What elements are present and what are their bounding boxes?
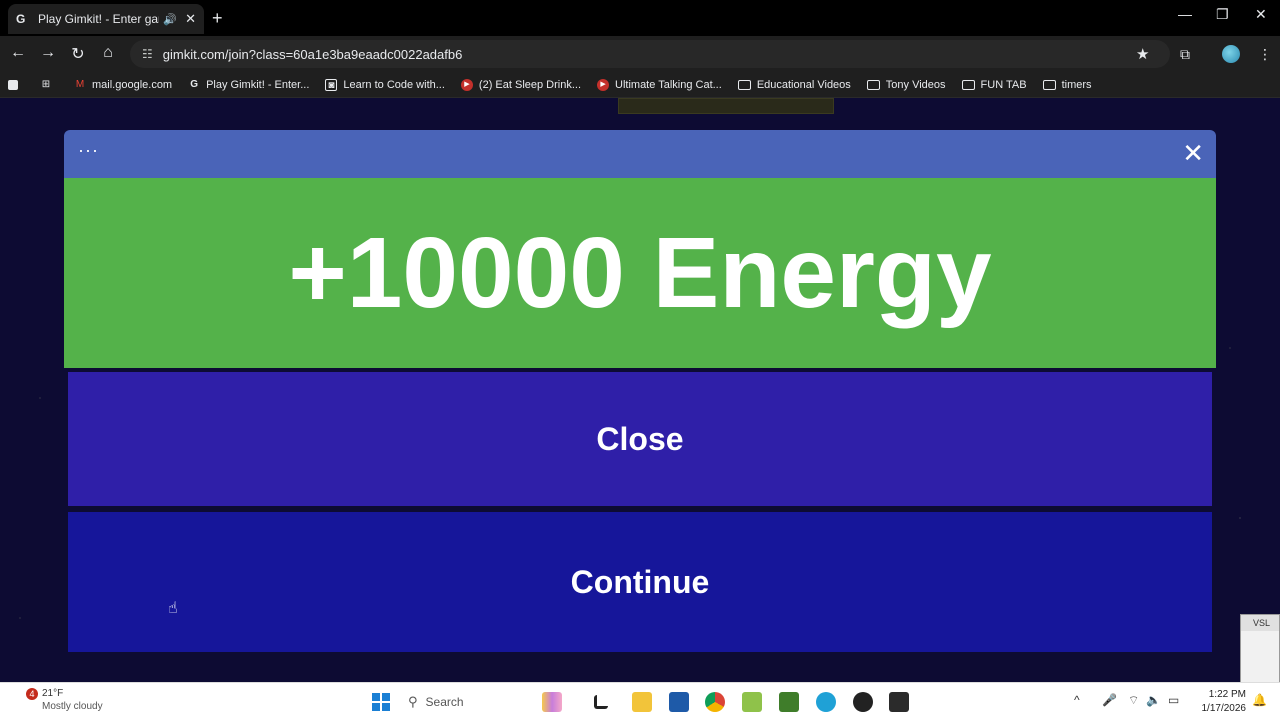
tab-strip: G Play Gimkit! - Enter game c 🔊 ✕ + — ❐ … bbox=[0, 0, 1280, 36]
obs-icon[interactable] bbox=[853, 692, 873, 712]
side-popup-widget[interactable]: VSL bbox=[1240, 614, 1280, 682]
bookmark-gmail[interactable]: Mmail.google.com bbox=[74, 79, 172, 91]
new-tab-button[interactable]: + bbox=[212, 8, 223, 29]
back-button[interactable]: ← bbox=[8, 44, 28, 62]
youtube-icon: ▶ bbox=[597, 78, 610, 91]
bookmark-star-icon[interactable]: ★ bbox=[1136, 45, 1149, 63]
browser-tab[interactable]: G Play Gimkit! - Enter game c 🔊 ✕ bbox=[8, 4, 204, 34]
taskbar-clock[interactable]: 1:22 PM 1/17/2026 bbox=[1192, 688, 1247, 716]
home-button[interactable]: ⌂ bbox=[98, 44, 118, 62]
bookmark-folder-tony[interactable]: Tony Videos bbox=[866, 78, 946, 91]
weather-widget[interactable]: 4 21°F Mostly cloudy bbox=[26, 688, 103, 712]
bookmark-folder-educational[interactable]: Educational Videos bbox=[737, 78, 851, 91]
side-widget-label: VSL bbox=[1241, 615, 1279, 631]
gimkit-icon: G bbox=[190, 78, 198, 90]
gmail-icon: M bbox=[75, 78, 85, 90]
bookmark-eat-sleep[interactable]: ▶ (2) Eat Sleep Drink... bbox=[460, 78, 582, 91]
search-icon: ⚲ bbox=[408, 694, 418, 709]
browser-toolbar: ← → ↻ ⌂ ☷ gimkit.com/join?class=60a1e3ba… bbox=[0, 36, 1280, 72]
address-bar[interactable]: ☷ gimkit.com/join?class=60a1e3ba9eaadc00… bbox=[130, 40, 1170, 68]
bookmark-learn-code[interactable]: ◙ Learn to Code with... bbox=[325, 78, 445, 91]
restore-button[interactable]: ❐ bbox=[1216, 6, 1229, 23]
notification-badge: 4 bbox=[26, 688, 38, 700]
bookmark-talking-cat[interactable]: ▶ Ultimate Talking Cat... bbox=[597, 78, 722, 91]
bookmark-label: Tony Videos bbox=[885, 78, 946, 91]
file-explorer-icon[interactable] bbox=[632, 692, 652, 712]
capture-app-icon[interactable] bbox=[889, 692, 909, 712]
weather-condition: Mostly cloudy bbox=[42, 701, 103, 712]
bookmark-label: Play Gimkit! - Enter... bbox=[206, 78, 310, 91]
reward-modal: ··· ✕ +10000 Energy Close Continue bbox=[64, 130, 1216, 652]
folder-icon bbox=[737, 79, 751, 90]
bookmark-folder-fun-tab[interactable]: FUN TAB bbox=[961, 78, 1027, 91]
bookmark-label: timers bbox=[1061, 78, 1092, 91]
weather-temperature: 21°F bbox=[42, 688, 64, 699]
clock-time: 1:22 PM bbox=[1208, 689, 1246, 700]
bookmark-label: FUN TAB bbox=[980, 78, 1027, 91]
more-options-icon[interactable]: ··· bbox=[78, 140, 99, 161]
bookmark-label: Learn to Code with... bbox=[343, 78, 445, 91]
continue-button[interactable]: Continue bbox=[68, 512, 1212, 652]
youtube-icon: ▶ bbox=[460, 78, 473, 91]
tray-chevron-up-icon[interactable]: ^ bbox=[1074, 693, 1080, 707]
profile-avatar[interactable] bbox=[1222, 45, 1240, 63]
microphone-icon[interactable]: 🎤 bbox=[1102, 693, 1117, 707]
apps-grid-icon[interactable]: ⊞ bbox=[40, 79, 58, 91]
bookmarks-bar: ⊞ Mmail.google.com G Play Gimkit! - Enter… bbox=[0, 72, 1280, 98]
minimize-button[interactable]: — bbox=[1178, 6, 1192, 22]
minecraft-icon[interactable] bbox=[779, 692, 799, 712]
code-icon: ◙ bbox=[325, 78, 338, 91]
battery-icon[interactable]: ▭ bbox=[1168, 693, 1179, 707]
apps-square-icon[interactable] bbox=[8, 79, 24, 90]
gimkit-favicon-icon: G bbox=[16, 12, 26, 26]
folder-icon bbox=[1042, 79, 1056, 90]
volume-icon[interactable]: 🔈 bbox=[1146, 693, 1161, 707]
hand-cursor-icon: ☝ bbox=[168, 600, 178, 617]
bookmark-label: (2) Eat Sleep Drink... bbox=[478, 78, 582, 91]
tab-close-icon[interactable]: ✕ bbox=[185, 11, 196, 27]
start-windows-icon[interactable] bbox=[372, 693, 390, 711]
site-info-icon[interactable]: ☷ bbox=[142, 47, 153, 61]
clock-date: 1/17/2026 bbox=[1201, 703, 1247, 714]
bookmark-gimkit[interactable]: G Play Gimkit! - Enter... bbox=[188, 79, 309, 91]
search-label: Search bbox=[425, 695, 464, 709]
chat-app-icon[interactable] bbox=[742, 692, 762, 712]
wifi-icon[interactable]: ⌔ bbox=[1128, 693, 1139, 708]
speaker-icon[interactable]: 🔊 bbox=[163, 13, 177, 26]
store-icon[interactable] bbox=[669, 692, 689, 712]
bookmark-folder-timers[interactable]: timers bbox=[1042, 78, 1092, 91]
telegram-icon[interactable] bbox=[816, 692, 836, 712]
app-l-icon[interactable] bbox=[594, 695, 608, 709]
widgets-flower-icon[interactable] bbox=[542, 692, 562, 712]
bookmark-label: Educational Videos bbox=[756, 78, 851, 91]
modal-header: ··· ✕ bbox=[64, 130, 1216, 178]
tab-title: Play Gimkit! - Enter game c bbox=[38, 12, 159, 26]
folder-icon bbox=[961, 79, 975, 90]
windows-taskbar: 4 21°F Mostly cloudy ⚲ Search ^ 🎤 ⌔ 🔈 ▭ … bbox=[0, 682, 1280, 720]
notification-bell-icon[interactable]: 🔔 bbox=[1252, 693, 1267, 707]
close-button[interactable]: Close bbox=[68, 372, 1212, 506]
reward-banner: +10000 Energy bbox=[64, 178, 1216, 368]
folder-icon bbox=[866, 79, 880, 90]
url-text: gimkit.com/join?class=60a1e3ba9eaadc0022… bbox=[162, 46, 463, 62]
forward-button[interactable]: → bbox=[38, 44, 58, 62]
game-page: ··· ✕ +10000 Energy Close Continue ☝ VSL bbox=[0, 98, 1280, 682]
cast-icon[interactable]: ⧉ bbox=[1180, 46, 1190, 63]
window-close-button[interactable]: ✕ bbox=[1255, 6, 1267, 23]
bookmark-label: Ultimate Talking Cat... bbox=[615, 78, 722, 91]
menu-kebab-icon[interactable]: ⋮ bbox=[1258, 46, 1272, 63]
taskbar-search[interactable]: ⚲ Search bbox=[408, 691, 528, 713]
modal-close-icon[interactable]: ✕ bbox=[1182, 138, 1204, 168]
bookmark-label: mail.google.com bbox=[92, 78, 173, 91]
chrome-icon[interactable] bbox=[705, 692, 725, 712]
game-hud-bar bbox=[618, 98, 834, 114]
reload-button[interactable]: ↻ bbox=[68, 44, 88, 64]
